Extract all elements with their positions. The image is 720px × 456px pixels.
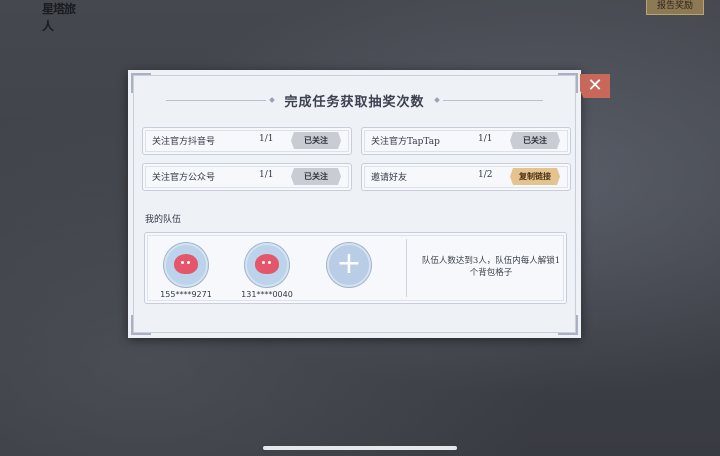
task-progress: 1/1 bbox=[478, 134, 493, 144]
modal-title: 完成任务获取抽奖次数 bbox=[284, 94, 425, 110]
team-member[interactable]: 131****0040 bbox=[232, 243, 302, 299]
team-divider bbox=[406, 239, 407, 297]
close-button[interactable]: ✕ bbox=[580, 74, 610, 98]
copy-link-button[interactable]: 复制链接 bbox=[510, 168, 560, 185]
frame-corner-ornament bbox=[131, 315, 151, 335]
followed-button[interactable]: 已关注 bbox=[291, 132, 341, 149]
task-progress: 1/1 bbox=[259, 134, 274, 144]
slime-avatar-icon bbox=[174, 254, 198, 274]
followed-button[interactable]: 已关注 bbox=[291, 168, 341, 185]
title-diamond-icon bbox=[269, 97, 276, 103]
modal-header: 完成任务获取抽奖次数 bbox=[128, 90, 581, 110]
team-member[interactable]: 155****9271 bbox=[151, 243, 221, 299]
task-invite-friends: 邀请好友 1/2 复制链接 bbox=[361, 163, 571, 191]
add-member-button[interactable]: + bbox=[327, 243, 371, 287]
task-label: 关注官方公众号 bbox=[152, 173, 216, 183]
home-indicator[interactable] bbox=[263, 446, 457, 450]
task-follow-douyin: 关注官方抖音号 1/1 已关注 bbox=[142, 127, 352, 155]
avatar bbox=[245, 243, 289, 287]
team-panel: 155****9271 131****0040 + 队伍人数达到3人，队伍内每人… bbox=[144, 232, 567, 304]
member-id: 155****9271 bbox=[160, 290, 212, 299]
title-divider-left bbox=[166, 99, 267, 101]
task-label: 关注官方抖音号 bbox=[152, 137, 216, 147]
title-divider-right bbox=[442, 99, 543, 101]
task-follow-taptap: 关注官方TapTap 1/1 已关注 bbox=[361, 127, 571, 155]
title-diamond-icon bbox=[433, 97, 440, 103]
report-reward-button[interactable]: 报告奖励 bbox=[646, 0, 704, 15]
team-bonus-note: 队伍人数达到3人，队伍内每人解锁1个背包格子 bbox=[421, 256, 561, 278]
frame-corner-ornament bbox=[558, 315, 578, 335]
lottery-task-modal: 完成任务获取抽奖次数 关注官方抖音号 1/1 已关注 关注官方TapTap 1/… bbox=[128, 70, 581, 338]
slime-avatar-icon bbox=[255, 254, 279, 274]
avatar bbox=[164, 243, 208, 287]
task-follow-wechat: 关注官方公众号 1/1 已关注 bbox=[142, 163, 352, 191]
task-progress: 1/1 bbox=[259, 170, 274, 180]
game-logo: 星塔旅人 bbox=[42, 2, 76, 33]
task-label: 关注官方TapTap bbox=[371, 137, 440, 147]
task-label: 邀请好友 bbox=[371, 173, 408, 183]
followed-button[interactable]: 已关注 bbox=[510, 132, 560, 149]
member-id: 131****0040 bbox=[241, 290, 293, 299]
team-section-label: 我的队伍 bbox=[145, 215, 182, 225]
task-progress: 1/2 bbox=[478, 170, 493, 180]
